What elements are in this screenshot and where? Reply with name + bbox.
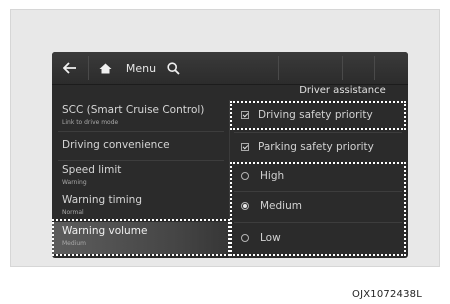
menu-label: Menu [125, 61, 157, 75]
divider [234, 222, 402, 223]
home-icon [99, 63, 111, 73]
search-button[interactable] [162, 52, 184, 84]
checkbox-checked-icon [241, 143, 249, 151]
menu-item-warning-volume[interactable]: Warning volume Medium [52, 222, 230, 254]
option-label: Low [260, 232, 281, 244]
menu-item-sublabel: Link to drive mode [62, 119, 119, 126]
menu-item-speed-limit[interactable]: Speed limit Warning [52, 162, 230, 190]
figure-code: OJX1072438L [352, 289, 422, 300]
radio-unselected-icon [241, 234, 249, 242]
toolbar-separator [278, 56, 279, 80]
divider [234, 132, 402, 133]
menu-item-sublabel: Warning [62, 179, 87, 186]
menu-button[interactable]: Menu [122, 52, 160, 84]
radio-medium[interactable]: Medium [234, 195, 400, 217]
option-label: Parking safety priority [258, 141, 374, 153]
radio-low[interactable]: Low [234, 227, 400, 249]
home-button[interactable] [92, 52, 118, 84]
option-label: High [260, 170, 285, 182]
checkbox-checked-icon [241, 111, 249, 119]
menu-item-label: SCC (Smart Cruise Control) [62, 104, 205, 116]
toolbar-separator [342, 56, 343, 80]
menu-item-warning-timing[interactable]: Warning timing Normal [52, 191, 230, 219]
menu-item-label: Speed limit [62, 164, 122, 176]
toolbar-separator [88, 56, 89, 80]
radio-high[interactable]: High [234, 166, 400, 186]
divider [234, 191, 402, 192]
divider [58, 160, 224, 161]
section-title: Driver assistance [299, 85, 386, 96]
checkbox-driving-safety-priority[interactable]: Driving safety priority [234, 104, 400, 126]
checkbox-parking-safety-priority[interactable]: Parking safety priority [234, 136, 400, 158]
menu-item-scc[interactable]: SCC (Smart Cruise Control) Link to drive… [52, 100, 230, 130]
option-label: Driving safety priority [258, 109, 373, 121]
back-arrow-icon [63, 62, 76, 74]
radio-unselected-icon [241, 172, 249, 180]
menu-item-label: Warning timing [62, 194, 143, 206]
top-bar: Menu [52, 52, 408, 85]
toolbar-separator [374, 56, 375, 80]
menu-item-label: Warning volume [62, 225, 148, 237]
search-icon [166, 61, 180, 75]
menu-item-sublabel: Normal [62, 209, 84, 216]
infotainment-screen: Menu Driver assistance SCC (Smart Cruise… [52, 52, 408, 258]
option-label: Medium [260, 200, 302, 212]
menu-item-sublabel: Medium [62, 240, 86, 247]
menu-item-driving-convenience[interactable]: Driving convenience [52, 132, 230, 160]
menu-item-label: Driving convenience [62, 139, 170, 151]
radio-selected-icon [241, 202, 249, 210]
back-button[interactable] [56, 52, 84, 84]
